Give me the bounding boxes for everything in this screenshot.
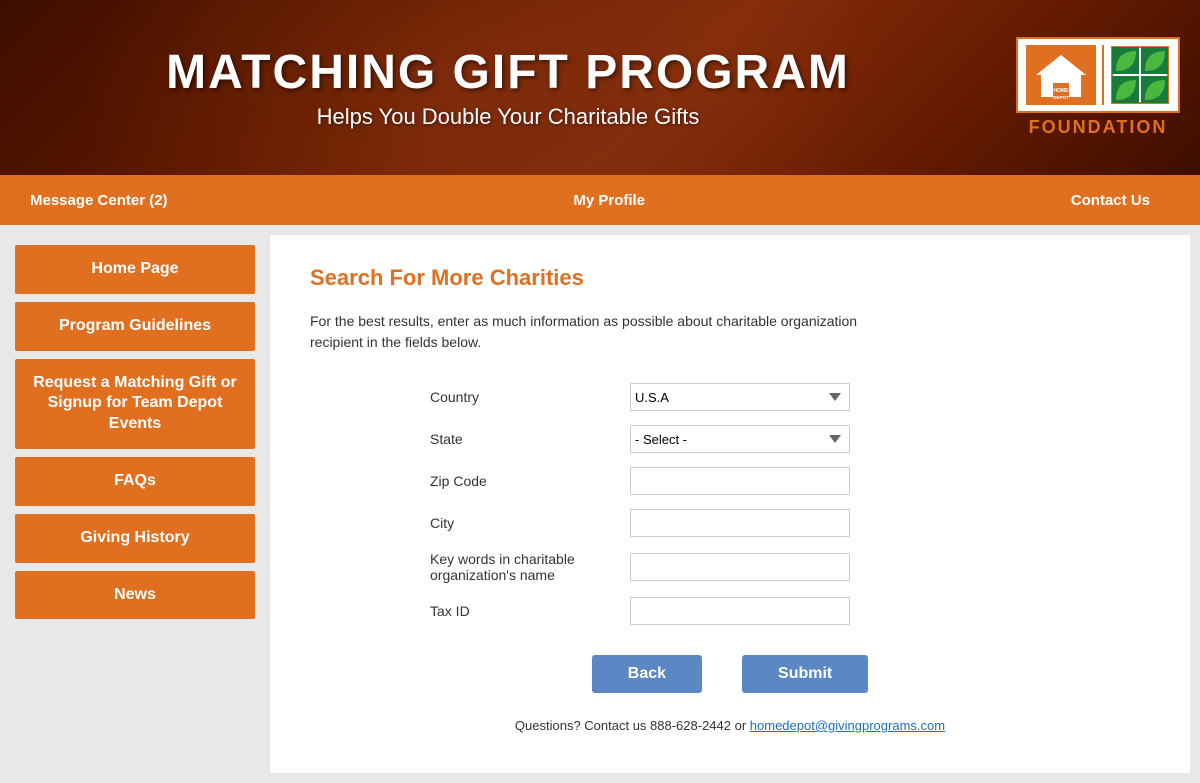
sidebar-item-home-page[interactable]: Home Page [15, 245, 255, 294]
submit-button[interactable]: Submit [742, 655, 868, 693]
tax-id-row: Tax ID [430, 597, 1030, 625]
sidebar-item-program-guidelines[interactable]: Program Guidelines [15, 302, 255, 351]
footer-contact: Questions? Contact us 888-628-2442 or ho… [430, 718, 1030, 733]
footer-contact-text: Questions? Contact us 888-628-2442 or [515, 718, 750, 733]
city-input[interactable] [630, 509, 850, 537]
form-description: For the best results, enter as much info… [310, 311, 890, 353]
navbar: Message Center (2) My Profile Contact Us [0, 175, 1200, 225]
sidebar-item-news[interactable]: News [15, 571, 255, 620]
zip-input[interactable] [630, 467, 850, 495]
header-subtitle: Helps You Double Your Charitable Gifts [20, 104, 996, 130]
header-title: MATCHING GIFT PROGRAM [20, 45, 996, 100]
section-title: Search For More Charities [310, 265, 1150, 291]
main-container: Home Page Program Guidelines Request a M… [0, 225, 1200, 783]
navbar-contact-us[interactable]: Contact Us [1041, 175, 1180, 225]
sidebar: Home Page Program Guidelines Request a M… [0, 225, 270, 783]
logo-box: THE HOME DEPOT [1016, 37, 1180, 113]
home-depot-logo-icon: THE HOME DEPOT [1026, 45, 1096, 105]
navbar-message-center[interactable]: Message Center (2) [20, 175, 198, 225]
footer-email-link[interactable]: homedepot@givingprograms.com [750, 718, 945, 733]
form-buttons: Back Submit [430, 655, 1030, 693]
city-row: City [430, 509, 1030, 537]
country-label: Country [430, 389, 630, 405]
zip-label: Zip Code [430, 473, 630, 489]
country-select[interactable]: U.S.A [630, 383, 850, 411]
keywords-row: Key words in charitable organization's n… [430, 551, 1030, 583]
country-row: Country U.S.A [430, 383, 1030, 411]
tax-id-label: Tax ID [430, 603, 630, 619]
state-label: State [430, 431, 630, 447]
state-select[interactable]: - Select - [630, 425, 850, 453]
logo-divider [1102, 45, 1104, 105]
main-content: Search For More Charities For the best r… [270, 235, 1190, 773]
keywords-input[interactable] [630, 553, 850, 581]
state-row: State - Select - [430, 425, 1030, 453]
navbar-my-profile[interactable]: My Profile [563, 192, 675, 209]
header-logo: THE HOME DEPOT [1016, 37, 1180, 138]
search-form: Country U.S.A State - Select - Zip Code … [430, 383, 1030, 733]
svg-text:HOME: HOME [1054, 88, 1070, 94]
city-label: City [430, 515, 630, 531]
foundation-logo-icon [1110, 45, 1170, 105]
svg-text:DEPOT: DEPOT [1053, 95, 1069, 100]
keywords-label: Key words in charitable organization's n… [430, 551, 630, 583]
back-button[interactable]: Back [592, 655, 702, 693]
sidebar-item-faqs[interactable]: FAQs [15, 457, 255, 506]
sidebar-item-giving-history[interactable]: Giving History [15, 514, 255, 563]
sidebar-item-request-matching[interactable]: Request a Matching Gift or Signup for Te… [15, 359, 255, 449]
tax-id-input[interactable] [630, 597, 850, 625]
header-text-block: MATCHING GIFT PROGRAM Helps You Double Y… [20, 45, 996, 130]
zip-row: Zip Code [430, 467, 1030, 495]
foundation-label: FOUNDATION [1029, 117, 1168, 138]
header: MATCHING GIFT PROGRAM Helps You Double Y… [0, 0, 1200, 175]
